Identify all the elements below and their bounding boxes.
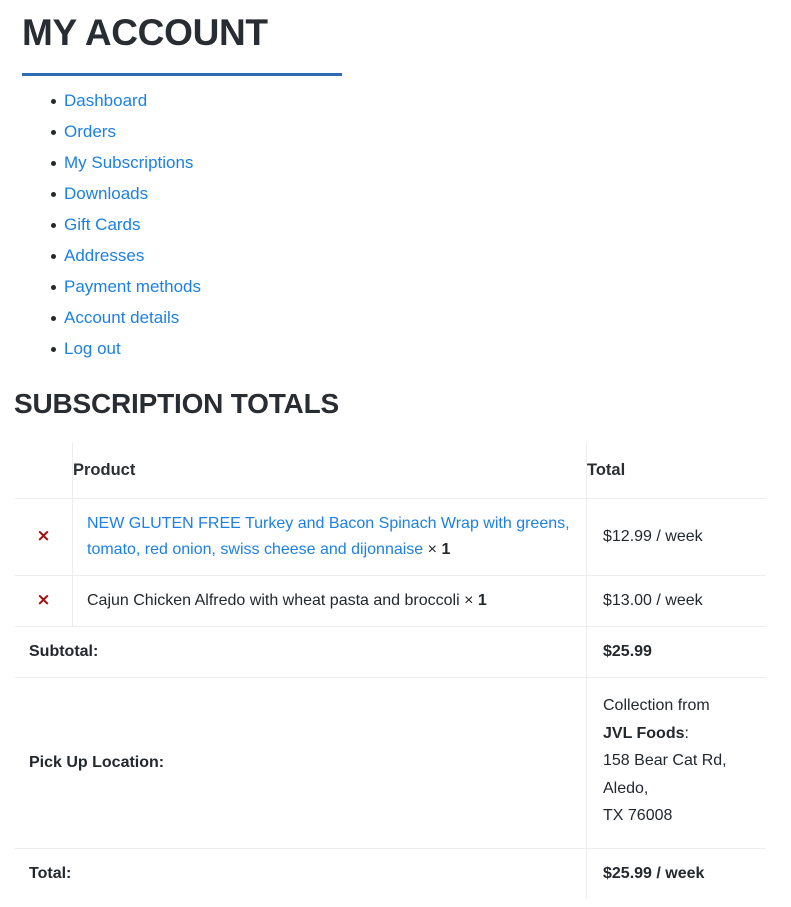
nav-item-addresses[interactable]: Addresses [0, 247, 791, 265]
nav-item-dashboard[interactable]: Dashboard [0, 92, 791, 110]
remove-cell[interactable]: × [15, 575, 73, 628]
subtotal-row: Subtotal: $25.99 [15, 626, 766, 679]
remove-item-icon[interactable]: × [36, 592, 50, 609]
table-header-row: Product Total [15, 442, 766, 499]
subtotal-value: $25.99 [586, 626, 766, 679]
subtotal-label: Subtotal: [15, 626, 587, 679]
pickup-shop-suffix: : [684, 724, 689, 742]
pickup-location-address: Collection from JVL Foods: 158 Bear Cat … [586, 677, 766, 849]
product-name: Cajun Chicken Alfredo with wheat pasta a… [87, 592, 460, 609]
product-link[interactable]: NEW GLUTEN FREE Turkey and Bacon Spinach… [87, 515, 570, 558]
table-row: × NEW GLUTEN FREE Turkey and Bacon Spina… [15, 498, 766, 577]
nav-item-orders[interactable]: Orders [0, 123, 791, 141]
table-row: × Cajun Chicken Alfredo with wheat pasta… [15, 575, 766, 628]
page-title: MY ACCOUNT [22, 12, 268, 53]
pickup-location-row: Pick Up Location: Collection from JVL Fo… [15, 677, 766, 849]
subscription-totals-table: Product Total × NEW GLUTEN FREE Turkey a… [14, 441, 767, 900]
nav-link-addresses[interactable]: Addresses [64, 246, 144, 265]
product-quantity: × 1 [460, 592, 487, 609]
nav-item-downloads[interactable]: Downloads [0, 185, 791, 203]
grand-total-row: Total: $25.99 / week [15, 848, 766, 899]
my-account-page: MY ACCOUNT Dashboard Orders My Subscript… [0, 0, 791, 907]
nav-item-log-out[interactable]: Log out [0, 340, 791, 358]
pickup-shop-name: JVL Foods [603, 724, 685, 742]
nav-item-payment-methods[interactable]: Payment methods [0, 278, 791, 296]
nav-link-my-subscriptions[interactable]: My Subscriptions [64, 153, 193, 172]
nav-link-account-details[interactable]: Account details [64, 308, 179, 327]
pickup-location-label: Pick Up Location: [15, 677, 587, 849]
product-cell: Cajun Chicken Alfredo with wheat pasta a… [72, 575, 587, 628]
product-quantity: × 1 [423, 540, 451, 558]
nav-item-my-subscriptions[interactable]: My Subscriptions [0, 154, 791, 172]
table-body: × NEW GLUTEN FREE Turkey and Bacon Spina… [15, 498, 766, 899]
quantity-value: 1 [441, 540, 451, 558]
table-header: Product Total [15, 442, 766, 499]
account-header: MY ACCOUNT [0, 0, 791, 76]
column-header-remove [15, 442, 73, 499]
subscription-totals-title: SUBSCRIPTION TOTALS [14, 387, 339, 419]
quantity-value: 1 [477, 592, 487, 609]
column-header-total: Total [586, 442, 766, 499]
pickup-address-line-3: TX 76008 [603, 807, 673, 825]
nav-item-gift-cards[interactable]: Gift Cards [0, 216, 791, 234]
product-total-cell: $12.99 / week [586, 498, 766, 577]
quantity-symbol: × [427, 540, 437, 558]
nav-link-orders[interactable]: Orders [64, 122, 116, 141]
product-total-cell: $13.00 / week [586, 575, 766, 628]
nav-link-payment-methods[interactable]: Payment methods [64, 277, 201, 296]
remove-item-icon[interactable]: × [36, 527, 50, 545]
product-cell: NEW GLUTEN FREE Turkey and Bacon Spinach… [72, 498, 587, 577]
account-nav-list: Dashboard Orders My Subscriptions Downlo… [0, 76, 791, 358]
nav-link-gift-cards[interactable]: Gift Cards [64, 215, 141, 234]
pickup-address-line-1: 158 Bear Cat Rd, [603, 752, 727, 770]
nav-item-account-details[interactable]: Account details [0, 309, 791, 327]
pickup-collection-from: Collection from [603, 697, 710, 715]
grand-total-label: Total: [29, 864, 72, 882]
remove-cell[interactable]: × [15, 498, 73, 577]
nav-link-downloads[interactable]: Downloads [64, 184, 148, 203]
quantity-symbol: × [464, 592, 474, 609]
grand-total-value: $25.99 / week [586, 848, 766, 899]
nav-link-log-out[interactable]: Log out [64, 339, 121, 358]
column-header-product: Product [72, 442, 587, 499]
pickup-address-line-2: Aledo, [603, 779, 649, 797]
nav-link-dashboard[interactable]: Dashboard [64, 91, 147, 110]
